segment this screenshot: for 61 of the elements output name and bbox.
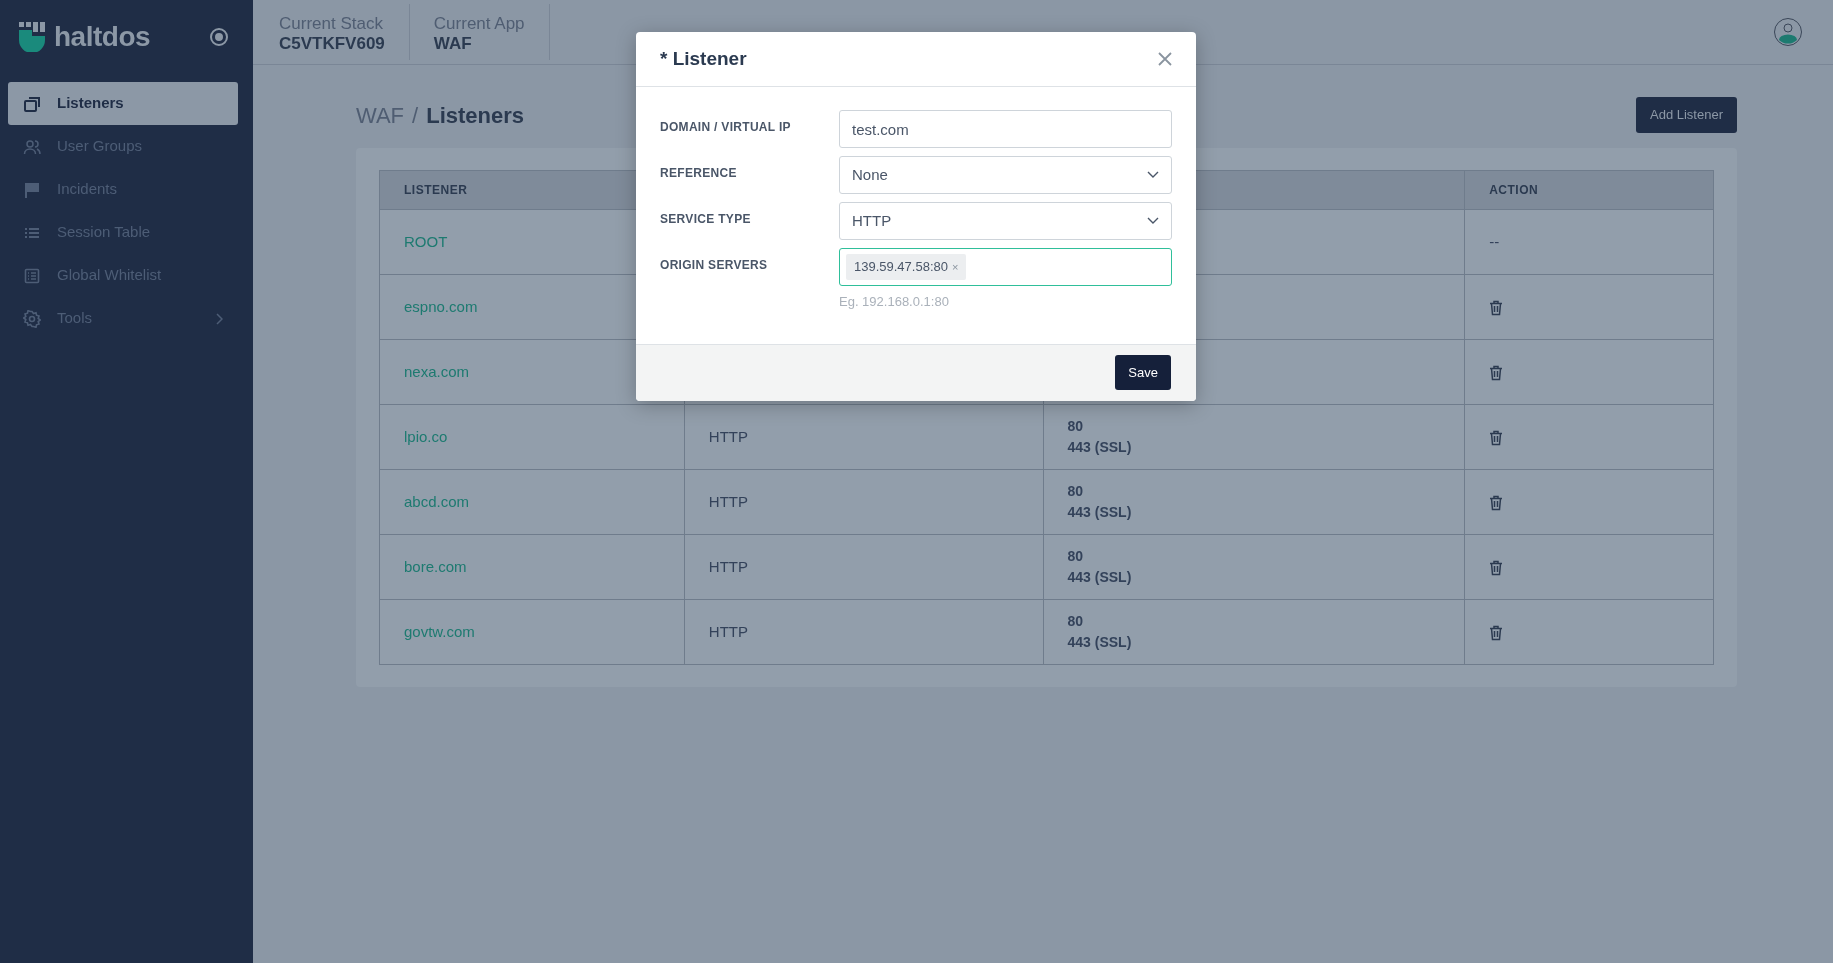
port-text: 80 xyxy=(1067,417,1085,436)
port-text: 443 (SSL) xyxy=(1067,503,1133,522)
table-cell: HTTP xyxy=(708,492,748,510)
logo-icon xyxy=(18,22,46,52)
chevron-down-icon xyxy=(1147,217,1159,225)
trash-icon[interactable] xyxy=(1489,429,1504,446)
listener-link[interactable]: ROOT xyxy=(404,232,448,250)
port-text: 443 (SSL) xyxy=(1067,568,1133,587)
flag-icon xyxy=(23,180,41,199)
document-icon xyxy=(23,266,41,285)
listener-link[interactable]: govtw.com xyxy=(404,622,475,640)
port-text: 80 xyxy=(1067,547,1085,566)
table-cell: HTTP xyxy=(708,427,748,445)
save-button[interactable]: Save xyxy=(1115,354,1171,391)
table-cell: HTTP xyxy=(708,622,748,640)
field-label: SERVICE TYPE xyxy=(660,211,752,228)
select-field[interactable]: None xyxy=(839,156,1172,194)
field-label: DOMAIN / VIRTUAL IP xyxy=(660,119,792,136)
trash-icon[interactable] xyxy=(1489,299,1504,316)
input-field[interactable]: test.com xyxy=(839,110,1172,148)
field-hint: Eg. 192.168.0.1:80 xyxy=(839,293,950,311)
modal-title: * Listener xyxy=(660,46,747,71)
trash-icon[interactable] xyxy=(1489,559,1504,576)
column-header: ACTION xyxy=(1464,170,1714,210)
trash-icon[interactable] xyxy=(1489,494,1504,511)
table-cell: -- xyxy=(1489,232,1500,250)
listener-link[interactable]: abcd.com xyxy=(404,492,470,510)
trash-icon[interactable] xyxy=(1489,364,1504,381)
port-text: 80 xyxy=(1067,482,1085,501)
port-text: 80 xyxy=(1067,612,1085,631)
context-value: C5VTKFV609 xyxy=(279,34,385,55)
add-listener-button[interactable]: Add Listener xyxy=(1636,97,1737,133)
listener-link[interactable]: bore.com xyxy=(404,557,467,575)
context-value: WAF xyxy=(433,34,473,55)
port-text: 443 (SSL) xyxy=(1067,633,1133,652)
avatar-icon[interactable] xyxy=(1773,17,1803,47)
tag-remove[interactable]: × xyxy=(952,258,959,276)
breadcrumb-link[interactable]: WAF xyxy=(356,98,405,132)
listener-link[interactable]: lpio.co xyxy=(404,427,448,445)
users-icon xyxy=(23,137,41,156)
field-label: ORIGIN SERVERS xyxy=(660,257,769,274)
context-label: Current App xyxy=(433,14,525,35)
listener-link[interactable]: nexa.com xyxy=(404,362,470,380)
tag-text: 139.59.47.58:80 xyxy=(854,258,948,277)
brand-name: haltdos xyxy=(54,20,151,54)
chevron-right-icon xyxy=(215,312,223,325)
trash-icon[interactable] xyxy=(1489,624,1504,641)
windows-icon xyxy=(23,94,41,113)
chevron-down-icon xyxy=(1147,171,1159,179)
close-icon[interactable] xyxy=(1158,52,1172,66)
tag-input-field[interactable]: 139.59.47.58:80 × xyxy=(839,248,1172,286)
settings-icon xyxy=(23,309,41,328)
target-icon[interactable] xyxy=(209,27,229,47)
table-cell: HTTP xyxy=(708,557,748,575)
sidebar-item[interactable]: Listeners xyxy=(8,82,238,125)
context-label: Current Stack xyxy=(279,14,384,35)
listener-link[interactable]: espno.com xyxy=(404,297,478,315)
select-field[interactable]: HTTP xyxy=(839,202,1172,240)
page-title: Listeners xyxy=(426,101,524,130)
breadcrumb-separator: / xyxy=(412,101,419,130)
port-text: 443 (SSL) xyxy=(1067,438,1133,457)
